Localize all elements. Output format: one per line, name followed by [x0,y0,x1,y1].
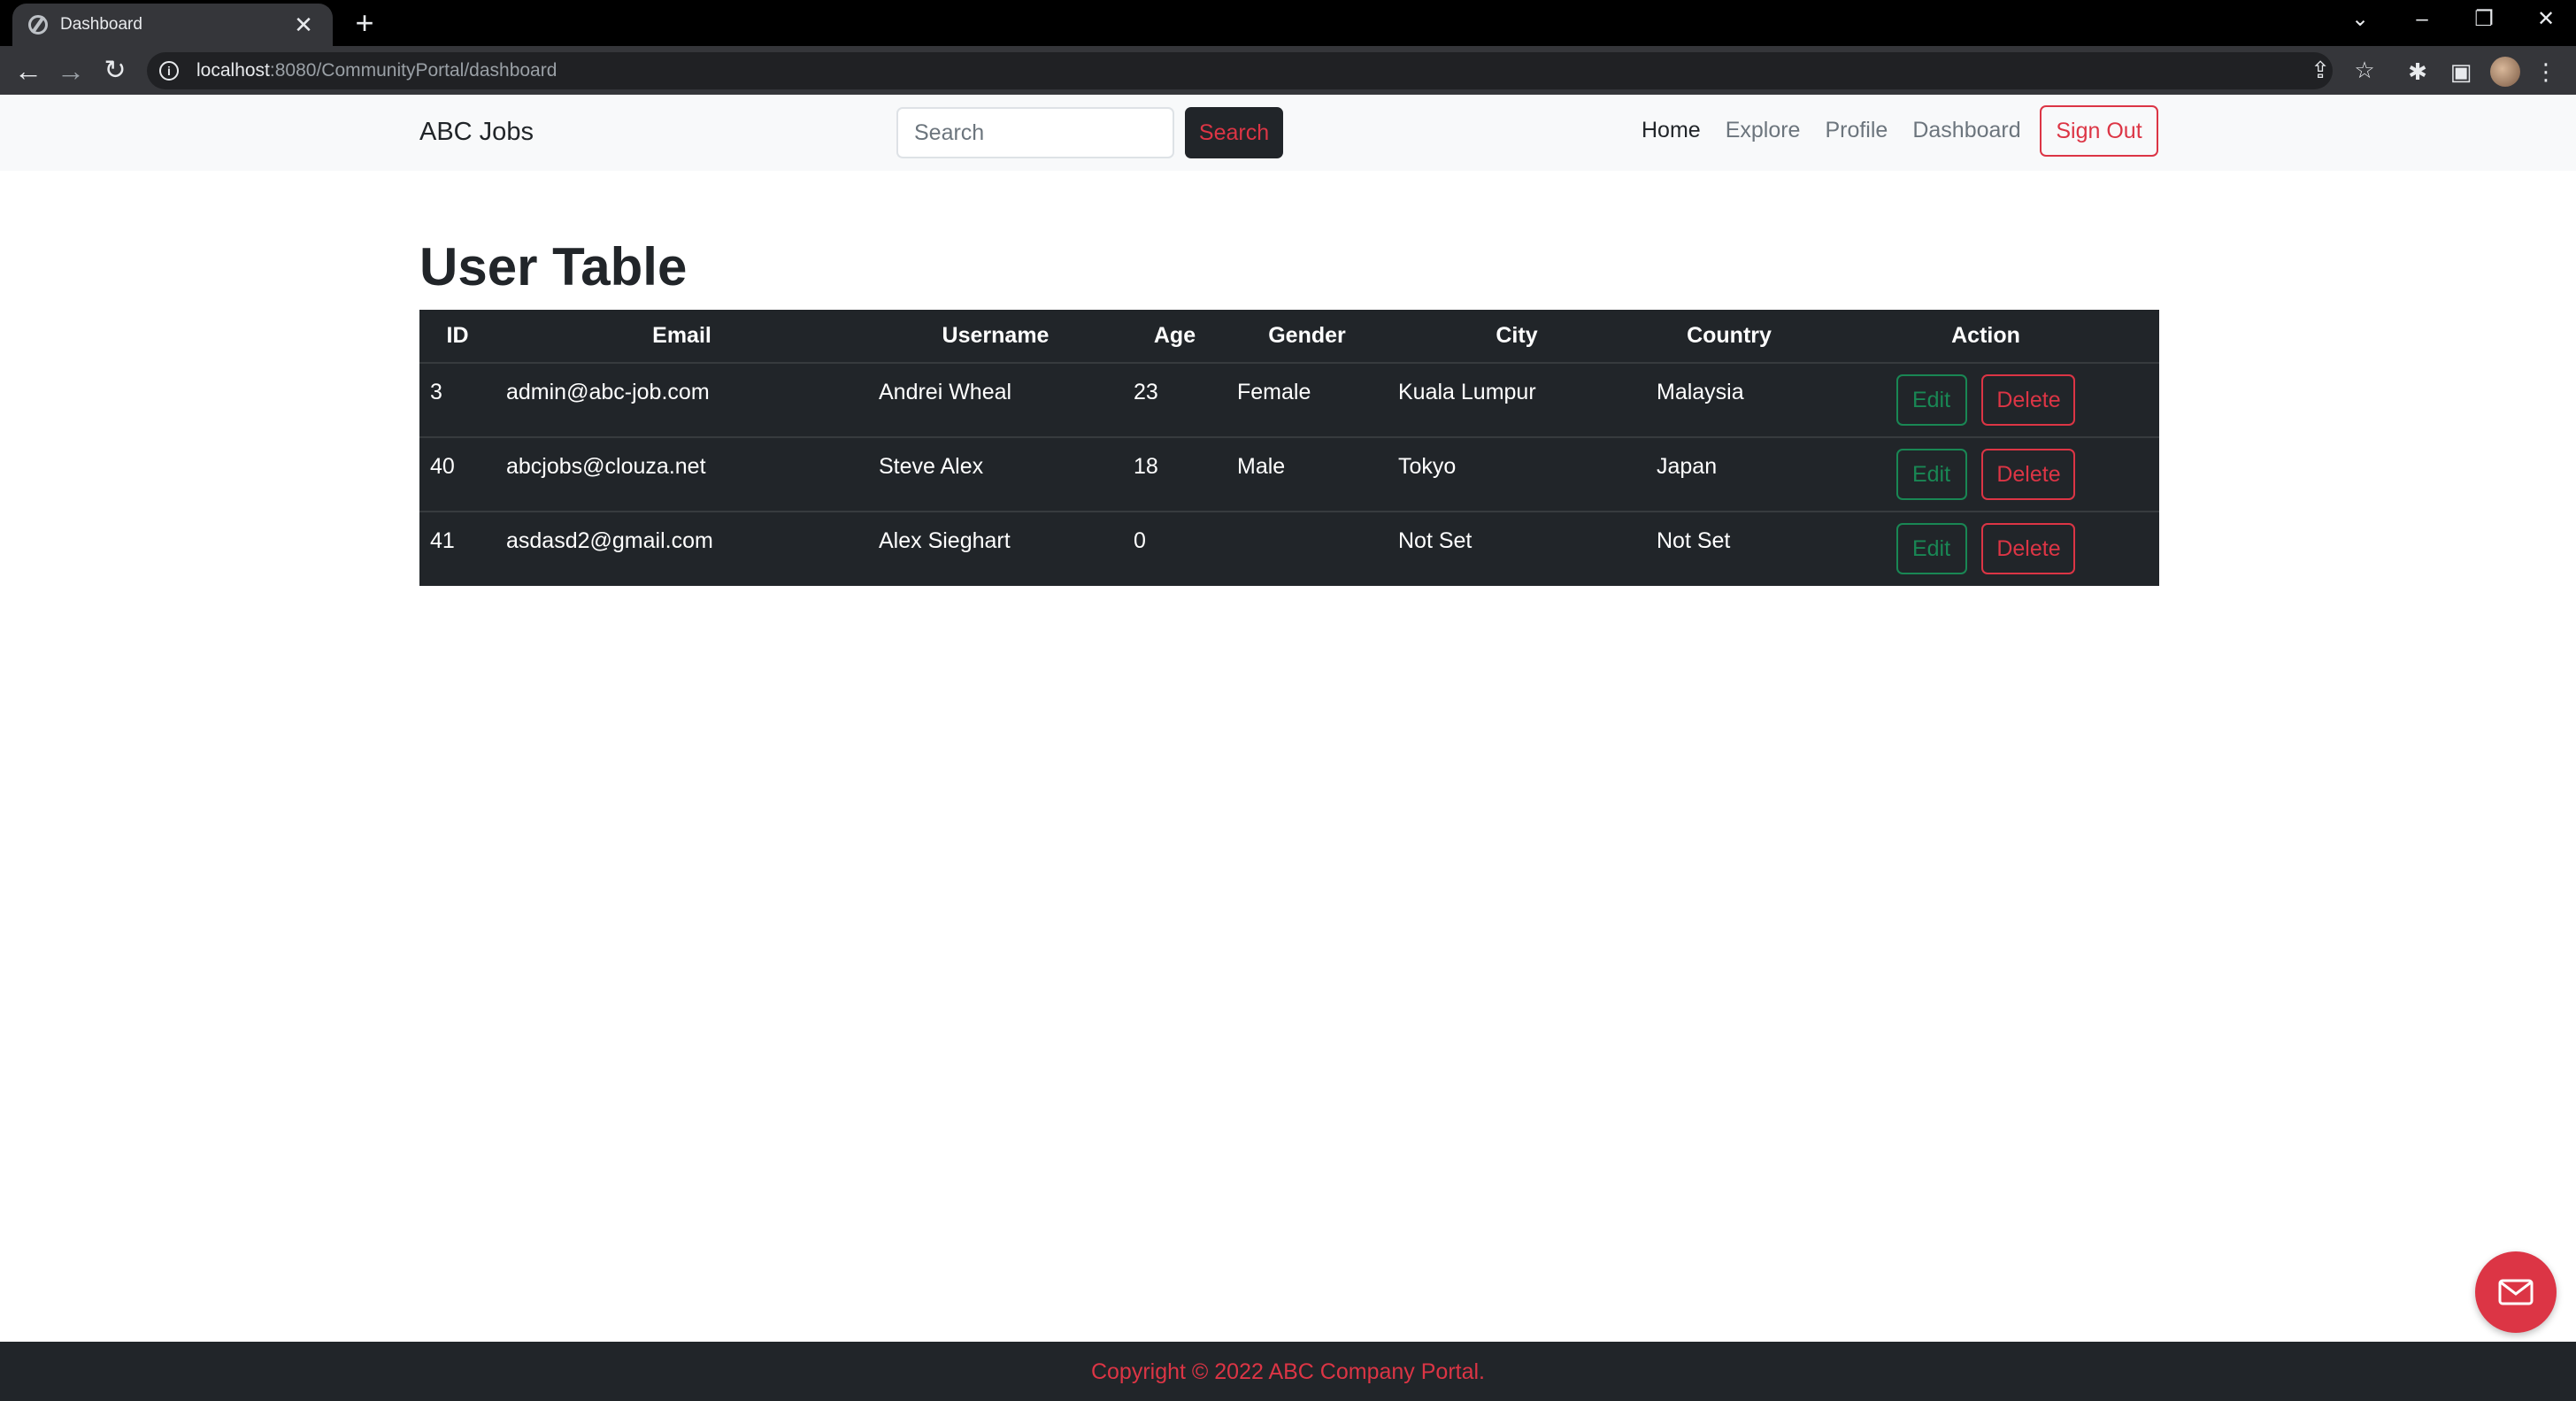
envelope-icon [2498,1279,2534,1305]
cell-username: Alex Sieghart [879,528,1011,553]
minimize-icon[interactable]: – [2393,0,2451,39]
header-username: Username [868,310,1123,364]
cell-username: Andrei Wheal [868,363,1123,438]
chevron-down-icon[interactable]: ⌄ [2331,0,2389,39]
browser-tab[interactable]: Dashboard ✕ [12,4,333,46]
nav-links: Home Explore Profile Dashboard [1642,118,2046,143]
cell-city: Kuala Lumpur [1388,363,1646,438]
edit-button[interactable]: Edit [1895,449,1967,500]
window-close-icon[interactable]: ✕ [2517,0,2575,39]
cell-country: Malaysia [1646,363,1812,438]
globe-icon [28,15,48,35]
page: ABC Jobs Search Home Explore Profile Das… [0,95,2576,1401]
delete-button[interactable]: Delete [1981,523,2076,574]
search-input[interactable] [896,107,1174,158]
cell-action: Edit Delete [1812,437,2159,512]
cell-action: Edit Delete [1812,363,2159,438]
back-icon[interactable]: ← [11,53,46,89]
info-icon[interactable]: i [159,61,179,81]
cell-id: 41 [430,528,455,553]
table-row: 40 abcjobs@clouza.net Steve Alex 18 Male… [419,437,2159,512]
cell-city: Tokyo [1388,437,1646,512]
copyright-text: Copyright © 2022 ABC Company Portal. [1090,1359,1486,1384]
forward-icon[interactable]: → [53,53,88,89]
cell-age: 0 [1134,528,1146,553]
cell-city: Not Set [1398,528,1473,553]
nav-link-dashboard[interactable]: Dashboard [1912,118,2020,143]
browser-chrome: Dashboard ✕ + ⌄ – ❐ ✕ ← → ↻ i localhost:… [0,0,2576,95]
url-host: localhost [196,60,270,81]
cell-email: asdasd2@gmail.com [506,528,713,553]
user-table: ID Email Username Age Gender City Countr… [419,310,2159,586]
star-icon[interactable]: ☆ [2349,55,2380,85]
cell-action: Edit Delete [1812,512,2159,586]
search-button[interactable]: Search [1185,107,1283,158]
header-gender: Gender [1226,310,1388,364]
delete-button[interactable]: Delete [1981,449,2076,500]
menu-icon[interactable]: ⋮ [2534,57,2557,87]
cell-email: admin@abc-job.com [496,363,868,438]
edit-button[interactable]: Edit [1895,523,1967,574]
nav-link-profile[interactable]: Profile [1825,118,1888,143]
url-path: :8080/CommunityPortal/dashboard [269,60,557,81]
table-row: 3 admin@abc-job.com Andrei Wheal 23 Fema… [419,363,2159,438]
cell-id: 40 [419,437,496,512]
restore-icon[interactable]: ❐ [2455,0,2513,39]
header-country: Country [1646,310,1812,364]
address-bar[interactable]: i localhost:8080/CommunityPortal/dashboa… [147,52,2333,89]
table-header-row: ID Email Username Age Gender City Countr… [419,310,2159,364]
table-row: 41 asdasd2@gmail.com Alex Sieghart 0 Not… [419,512,2159,586]
message-button[interactable] [2475,1251,2557,1333]
plus-icon[interactable]: + [347,5,382,41]
cell-username: Steve Alex [868,437,1123,512]
brand-logo[interactable]: ABC Jobs [419,118,534,147]
cell-country: Japan [1646,437,1812,512]
header-id: ID [419,310,496,364]
close-icon[interactable]: ✕ [290,13,317,36]
cell-gender: Female [1226,363,1388,438]
footer: Copyright © 2022 ABC Company Portal. [0,1342,2576,1401]
header-city: City [1388,310,1646,364]
header-email: Email [496,310,868,364]
cell-gender [1226,512,1388,586]
header-action: Action [1812,310,2159,364]
tab-strip: Dashboard ✕ + ⌄ – ❐ ✕ [0,0,2576,46]
tab-title: Dashboard [60,15,142,34]
page-title: User Table [419,237,688,296]
avatar[interactable] [2490,57,2520,87]
header-age: Age [1123,310,1226,364]
browser-toolbar: ← → ↻ i localhost:8080/CommunityPortal/d… [0,46,2576,95]
cell-gender: Male [1226,437,1388,512]
sidepanel-icon[interactable]: ▣ [2446,57,2476,87]
extensions-icon[interactable]: ✱ [2403,57,2433,87]
cell-email: abcjobs@clouza.net [496,437,868,512]
edit-button[interactable]: Edit [1895,374,1967,426]
share-icon[interactable]: ⇪ [2305,55,2335,85]
user-table-container: ID Email Username Age Gender City Countr… [419,310,2159,586]
cell-age: 18 [1123,437,1226,512]
cell-id: 3 [419,363,496,438]
sign-out-button[interactable]: Sign Out [2040,105,2158,157]
reload-icon[interactable]: ↻ [97,53,133,89]
navbar: ABC Jobs Search Home Explore Profile Das… [0,95,2576,171]
cell-age: 23 [1123,363,1226,438]
nav-link-home[interactable]: Home [1642,118,1701,143]
delete-button[interactable]: Delete [1981,374,2076,426]
cell-country: Not Set [1657,528,1731,553]
nav-link-explore[interactable]: Explore [1726,118,1801,143]
